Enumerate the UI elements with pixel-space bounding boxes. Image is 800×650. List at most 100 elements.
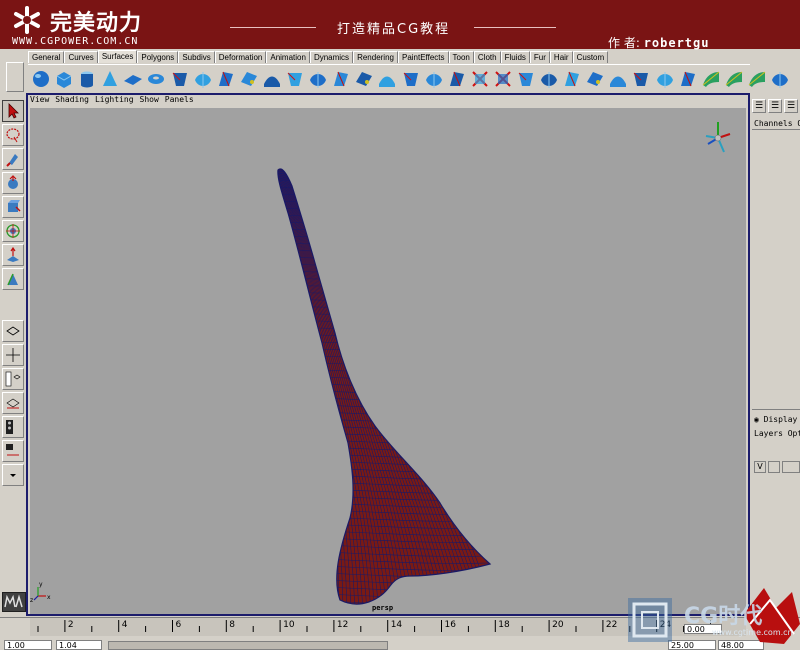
shelf-tab-dynamics[interactable]: Dynamics [309,51,354,63]
shelf-tab-polygons[interactable]: Polygons [137,51,179,63]
nurbs-cube-icon[interactable] [53,68,75,90]
shelf-tab-surfaces[interactable]: Surfaces [97,50,138,63]
sculpt-icon[interactable] [746,68,768,90]
nurbs-cylinder-icon[interactable] [76,68,98,90]
range-slider[interactable] [108,641,388,650]
stitch-icon[interactable] [723,68,745,90]
time-tick-label: 18 [498,620,510,630]
channels-menu[interactable]: Channels O [754,119,800,128]
playback-start-field[interactable]: 1.04 [56,640,102,650]
shelf-tab-curves[interactable]: Curves [64,51,98,63]
persp-graph-layout-icon[interactable] [2,440,24,462]
birail-icon[interactable] [307,68,329,90]
shelf-tab-subdivs[interactable]: Subdivs [178,51,215,63]
nurbs-sphere-icon-glyph [33,70,49,87]
viewport-canvas: x y z [30,122,731,605]
layout-dropdown-icon[interactable] [2,464,24,486]
layer-template-toggle[interactable] [768,461,780,473]
shelf-tab-general[interactable]: General [28,51,65,63]
banner-rule-right [474,27,556,28]
planar-icon[interactable] [261,68,283,90]
channel-box-icon[interactable]: ☰ [752,99,766,113]
revolve-icon[interactable] [215,68,237,90]
bevel-icon[interactable] [376,68,398,90]
nurbs-sphere-icon[interactable] [30,68,52,90]
extrude-icon[interactable] [284,68,306,90]
open-close-icon[interactable] [561,68,583,90]
square-surface-icon[interactable] [353,68,375,90]
rotate-tool-icon[interactable] [2,196,24,218]
layers-options-menu[interactable]: Layers Opt [754,429,800,438]
panel-menu-view[interactable]: View [30,95,49,106]
nurbs-torus-icon[interactable] [145,68,167,90]
perspective-viewport[interactable]: x y z [30,108,746,614]
shelf-tab-toon[interactable]: Toon [448,51,474,63]
nurbs-cone-icon[interactable] [99,68,121,90]
nurbs-plane-icon[interactable] [122,68,144,90]
layer-divider [752,409,800,410]
select-tool-icon[interactable] [2,100,24,122]
fillet-icon[interactable] [700,68,722,90]
single-view-layout-icon[interactable] [2,320,24,342]
four-view-layout-icon[interactable] [2,344,24,366]
surface-edit-icon[interactable] [769,68,791,90]
shelf-tab-hair[interactable]: Hair [549,51,573,63]
maya-logo-icon [2,592,26,612]
intersect-icon[interactable] [423,68,445,90]
shelf-tab-painteffects[interactable]: PaintEffects [397,51,449,63]
shelf-tab-custom[interactable]: Custom [572,51,609,63]
nurbs-circle-icon[interactable] [169,68,191,90]
layer-row[interactable] [782,461,800,473]
shelf-tab-fluids[interactable]: Fluids [500,51,530,63]
last-tool-icon[interactable] [2,268,24,290]
trim-icon[interactable] [446,68,468,90]
stitch-icon-glyph [725,71,743,87]
offset-icon-glyph [634,72,649,86]
banner-rule-left [230,27,316,28]
manipulator-tool-icon[interactable] [2,244,24,266]
loft-icon[interactable] [238,68,260,90]
graph-layout-icon[interactable] [2,392,24,414]
extrude-icon-glyph [287,72,303,86]
attribute-editor-icon[interactable]: ☰ [768,99,782,113]
birail-icon-glyph [310,71,327,88]
round-icon-glyph [680,71,695,86]
panel-menu-lighting[interactable]: Lighting [95,95,134,106]
display-radio[interactable]: ◉ Display ○ [754,415,800,424]
scale-tool-icon[interactable] [2,220,24,242]
tool-settings-icon[interactable]: ☰ [784,99,798,113]
nurbs-square-icon[interactable] [192,68,214,90]
shelf-tab-animation[interactable]: Animation [266,51,310,63]
move-tool-icon[interactable] [2,172,24,194]
nurbs-plane-icon-glyph [124,74,143,85]
view-cube-icon[interactable] [705,122,731,153]
rebuild-icon[interactable] [654,68,676,90]
panel-menu-show[interactable]: Show [140,95,159,106]
shelf-tab-cloth[interactable]: Cloth [473,51,501,63]
detach-icon[interactable] [515,68,537,90]
attach-icon[interactable] [492,68,514,90]
layer-visibility-toggle[interactable]: V [754,461,766,473]
shelf-tab-rendering[interactable]: Rendering [353,51,398,63]
shelf-tab-deformation[interactable]: Deformation [214,51,267,63]
panel-menu-shading[interactable]: Shading [55,95,89,106]
offset-icon[interactable] [630,68,652,90]
boundary-icon[interactable] [330,68,352,90]
round-icon[interactable] [677,68,699,90]
hypershade-layout-icon[interactable] [2,416,24,438]
time-tick-label: 2 [67,620,74,630]
shelf-tab-fur[interactable]: Fur [529,51,550,63]
bevel-icon-glyph [379,76,396,87]
shelf-menu-button[interactable] [6,62,24,92]
start-time-field[interactable]: 1.00 [4,640,52,650]
outliner-layout-icon[interactable] [2,368,24,390]
align-icon[interactable] [538,68,560,90]
panel-menu-panels[interactable]: Panels [165,95,194,106]
extend-icon[interactable] [607,68,629,90]
paint-select-tool-icon[interactable] [2,148,24,170]
project-curve-icon[interactable] [400,68,422,90]
untrim-icon[interactable] [469,68,491,90]
insert-isoparm-icon[interactable] [584,68,606,90]
time-tick-label: 10 [283,620,295,630]
lasso-tool-icon[interactable] [2,124,24,146]
